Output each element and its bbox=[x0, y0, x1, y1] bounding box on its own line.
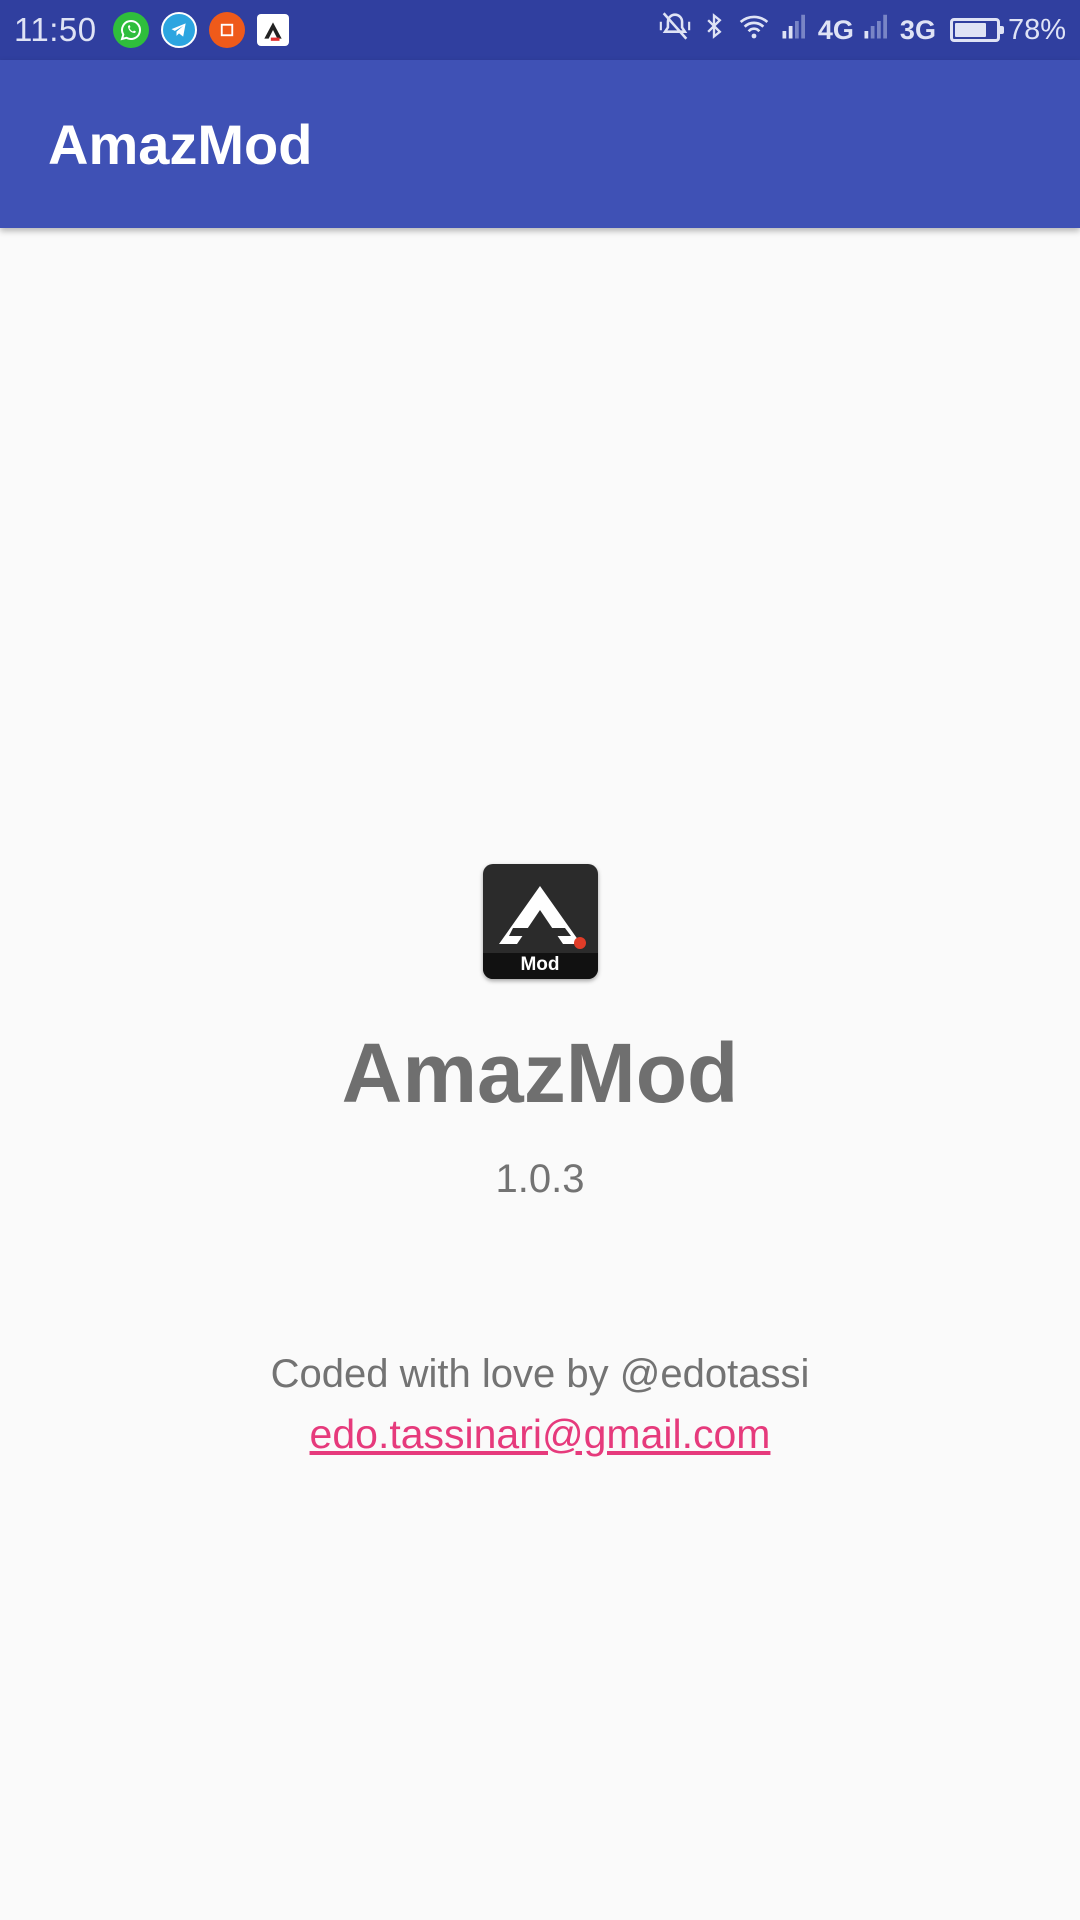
battery-percent: 78% bbox=[1007, 13, 1066, 46]
vibrate-silent-icon bbox=[658, 9, 692, 51]
status-right-group: 4G 3G 78% bbox=[658, 9, 1066, 51]
signal-strength-icon-2 bbox=[862, 11, 892, 49]
app-bar-title: AmazMod bbox=[48, 112, 313, 176]
telegram-icon bbox=[160, 12, 197, 48]
amazmod-notification-icon bbox=[256, 14, 289, 46]
app-bar: AmazMod bbox=[0, 60, 1080, 228]
status-time: 11:50 bbox=[14, 11, 97, 48]
network-type-2: 3G bbox=[899, 14, 936, 45]
crop-app-icon bbox=[208, 12, 245, 48]
whatsapp-icon bbox=[112, 12, 149, 48]
about-app-name: AmazMod bbox=[341, 1026, 739, 1120]
signal-strength-icon-1 bbox=[780, 11, 810, 49]
wifi-icon bbox=[736, 10, 772, 50]
about-content: Mod AmazMod 1.0.3 Coded with love by @ed… bbox=[0, 864, 1080, 1458]
app-logo-icon: Mod bbox=[482, 864, 598, 979]
about-credit: Coded with love by @edotassi bbox=[270, 1352, 810, 1396]
network-type-1: 4G bbox=[817, 14, 854, 45]
app-logo-label: Mod bbox=[482, 953, 598, 979]
battery-icon bbox=[949, 18, 1004, 42]
email-link[interactable]: edo.tassinari@gmail.com bbox=[310, 1411, 771, 1458]
status-bar: 11:50 4G 3G 78% bbox=[0, 0, 1080, 60]
about-version: 1.0.3 bbox=[495, 1157, 585, 1201]
bluetooth-icon bbox=[700, 9, 728, 51]
battery-level-fill bbox=[954, 23, 987, 37]
